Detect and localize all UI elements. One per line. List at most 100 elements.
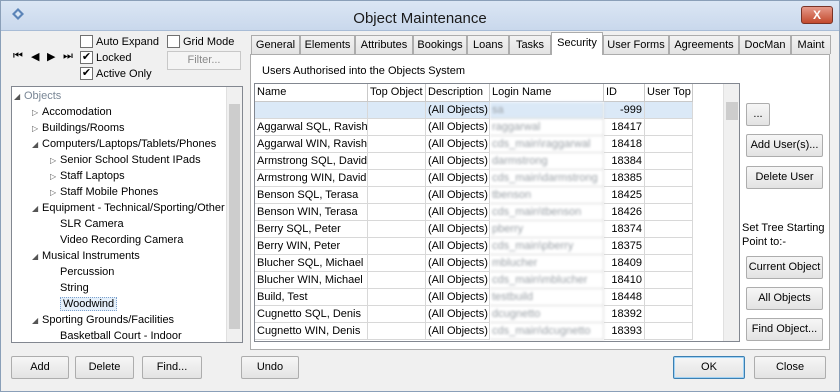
cell-desc[interactable]: (All Objects) bbox=[426, 323, 490, 340]
cell-login[interactable]: pberry bbox=[490, 221, 604, 238]
column-name-header[interactable]: Name bbox=[255, 84, 368, 102]
cell-name[interactable]: Berry WIN, Peter bbox=[255, 238, 368, 255]
cell-login[interactable]: dcugnetto bbox=[490, 306, 604, 323]
tree-node-label[interactable]: Staff Mobile Phones bbox=[60, 186, 158, 198]
cell-top[interactable] bbox=[368, 255, 426, 272]
locked-box[interactable]: ✔ bbox=[80, 51, 93, 64]
previous-record-icon[interactable]: ◀ bbox=[31, 50, 39, 63]
collapse-arrow-icon[interactable]: ◢ bbox=[32, 313, 42, 329]
cell-login[interactable]: cds_main\mblucher bbox=[490, 272, 604, 289]
table-row[interactable]: Benson SQL, Terasa (All Objects) tbenson 18… bbox=[255, 187, 693, 204]
cell-name[interactable]: Berry SQL, Peter bbox=[255, 221, 368, 238]
tree-node-label[interactable]: Video Recording Camera bbox=[60, 234, 183, 246]
find-button[interactable]: Find... bbox=[142, 356, 202, 379]
tree-node[interactable]: Video Recording Camera bbox=[50, 232, 183, 248]
ellipsis-button[interactable]: ... bbox=[746, 103, 770, 126]
cell-usertop[interactable] bbox=[645, 119, 693, 136]
table-row[interactable]: Armstrong SQL, David (All Objects) darmstr… bbox=[255, 153, 693, 170]
locked-checkbox[interactable]: ✔ Locked bbox=[80, 50, 131, 65]
grid-mode-checkbox[interactable]: Grid Mode bbox=[167, 34, 234, 49]
active-only-box[interactable]: ✔ bbox=[80, 67, 93, 80]
expand-arrow-icon[interactable]: ▷ bbox=[32, 121, 42, 137]
cell-id[interactable]: 18418 bbox=[604, 136, 645, 153]
cell-usertop[interactable] bbox=[645, 238, 693, 255]
cell-desc[interactable]: (All Objects) bbox=[426, 238, 490, 255]
cell-usertop[interactable] bbox=[645, 255, 693, 272]
cell-login[interactable]: tbenson bbox=[490, 187, 604, 204]
tree-node[interactable]: ◢ Computers/Laptops/Tablets/Phones bbox=[32, 136, 216, 152]
cell-login[interactable]: cds_main\pberry bbox=[490, 238, 604, 255]
cell-name[interactable]: Armstrong WIN, David bbox=[255, 170, 368, 187]
users-grid[interactable]: Name Top Object Description Login Name I… bbox=[254, 83, 740, 342]
cell-id[interactable]: 18426 bbox=[604, 204, 645, 221]
tree-node[interactable]: ◢ Musical Instruments bbox=[32, 248, 140, 264]
tab-tasks[interactable]: Tasks bbox=[509, 35, 551, 54]
column-top-object-header[interactable]: Top Object bbox=[368, 84, 426, 102]
table-row[interactable]: Cugnetto SQL, Denis (All Objects) dcugnett… bbox=[255, 306, 693, 323]
cell-top[interactable] bbox=[368, 238, 426, 255]
cell-top[interactable] bbox=[368, 153, 426, 170]
cell-top[interactable] bbox=[368, 272, 426, 289]
cell-desc[interactable]: (All Objects) bbox=[426, 204, 490, 221]
tree-node-label[interactable]: Basketball Court - Indoor bbox=[60, 330, 182, 342]
cell-login[interactable]: mblucher bbox=[490, 255, 604, 272]
tab-bookings[interactable]: Bookings bbox=[413, 35, 467, 54]
cell-desc[interactable]: (All Objects) bbox=[426, 102, 490, 119]
grid-mode-box[interactable] bbox=[167, 35, 180, 48]
cell-top[interactable] bbox=[368, 323, 426, 340]
cell-usertop[interactable] bbox=[645, 187, 693, 204]
cell-desc[interactable]: (All Objects) bbox=[426, 221, 490, 238]
tree-node-label[interactable]: Objects bbox=[24, 90, 61, 102]
column-description-header[interactable]: Description bbox=[426, 84, 490, 102]
table-row[interactable]: Berry SQL, Peter (All Objects) pberry 18374 bbox=[255, 221, 693, 238]
cell-name[interactable]: Benson SQL, Terasa bbox=[255, 187, 368, 204]
cell-usertop[interactable] bbox=[645, 289, 693, 306]
table-row[interactable]: Armstrong WIN, David (All Objects) cds_mai… bbox=[255, 170, 693, 187]
cell-login[interactable]: raggarwal bbox=[490, 119, 604, 136]
column-login-name-header[interactable]: Login Name bbox=[490, 84, 604, 102]
cell-desc[interactable]: (All Objects) bbox=[426, 272, 490, 289]
tree-node[interactable]: ▷ Accomodation bbox=[32, 104, 112, 120]
tab-general[interactable]: General bbox=[251, 35, 300, 54]
cell-usertop[interactable] bbox=[645, 153, 693, 170]
tree-node-label[interactable]: Woodwind bbox=[60, 297, 118, 311]
tree-node-label[interactable]: Senior School Student IPads bbox=[60, 154, 201, 166]
tree-node[interactable]: Percussion bbox=[50, 264, 114, 280]
cell-top[interactable] bbox=[368, 289, 426, 306]
expand-arrow-icon[interactable]: ▷ bbox=[50, 185, 60, 201]
tab-agreements[interactable]: Agreements bbox=[669, 35, 739, 54]
tree-scrollbar[interactable] bbox=[226, 87, 242, 342]
tree-node-label[interactable]: Percussion bbox=[60, 266, 114, 278]
cell-top[interactable] bbox=[368, 306, 426, 323]
delete-user-button[interactable]: Delete User bbox=[746, 166, 823, 189]
column-user-top-header[interactable]: User Top bbox=[645, 84, 693, 102]
cell-login[interactable]: cds_main\raggarwal bbox=[490, 136, 604, 153]
tab-attributes[interactable]: Attributes bbox=[355, 35, 413, 54]
expand-arrow-icon[interactable]: ▷ bbox=[50, 169, 60, 185]
cell-desc[interactable]: (All Objects) bbox=[426, 170, 490, 187]
add-button[interactable]: Add bbox=[11, 356, 69, 379]
tree-node[interactable]: ◢ Equipment - Technical/Sporting/Other bbox=[32, 200, 225, 216]
last-record-icon[interactable]: ⏭ bbox=[63, 50, 73, 63]
cell-usertop[interactable] bbox=[645, 170, 693, 187]
tree-node[interactable]: ◢ Objects bbox=[14, 88, 61, 104]
cell-login[interactable]: sa bbox=[490, 102, 604, 119]
cell-login[interactable]: cds_main\dcugnetto bbox=[490, 323, 604, 340]
cell-name[interactable]: Benson WIN, Terasa bbox=[255, 204, 368, 221]
cell-top[interactable] bbox=[368, 136, 426, 153]
tree-node[interactable]: String bbox=[50, 280, 89, 296]
tree-node[interactable]: ◢ Sporting Grounds/Facilities bbox=[32, 312, 174, 328]
table-row[interactable]: (All Objects) sa -999 bbox=[255, 102, 693, 119]
filter-button[interactable]: Filter... bbox=[167, 51, 241, 70]
cell-top[interactable] bbox=[368, 119, 426, 136]
ok-button[interactable]: OK bbox=[673, 356, 745, 379]
close-button[interactable]: Close bbox=[754, 356, 826, 379]
cell-name[interactable]: Aggarwal WIN, Ravish bbox=[255, 136, 368, 153]
cell-desc[interactable]: (All Objects) bbox=[426, 255, 490, 272]
cell-usertop[interactable] bbox=[645, 306, 693, 323]
cell-desc[interactable]: (All Objects) bbox=[426, 119, 490, 136]
tree-node-label[interactable]: Equipment - Technical/Sporting/Other bbox=[42, 202, 225, 214]
cell-login[interactable]: cds_main\darmstrong bbox=[490, 170, 604, 187]
cell-id[interactable]: 18375 bbox=[604, 238, 645, 255]
cell-usertop[interactable] bbox=[645, 136, 693, 153]
